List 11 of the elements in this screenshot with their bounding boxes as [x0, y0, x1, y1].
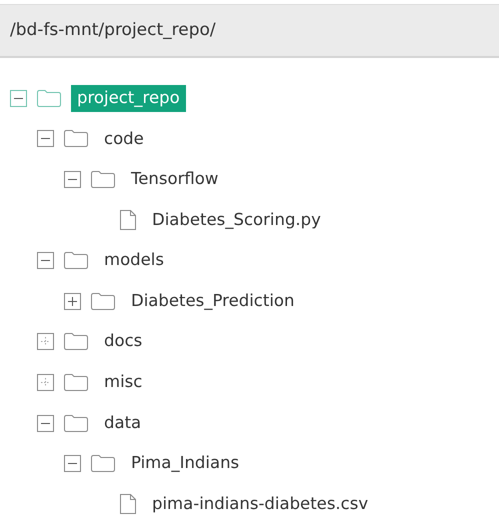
folder-name[interactable]: docs: [98, 328, 148, 356]
file-name[interactable]: pima-indians-diabetes.csv: [146, 490, 374, 518]
folder-name[interactable]: models: [98, 247, 170, 274]
folder-name[interactable]: code: [98, 126, 150, 152]
folder-name[interactable]: Pima_Indians: [125, 450, 246, 478]
folder-name[interactable]: Diabetes_Prediction: [125, 288, 300, 315]
folder-name[interactable]: misc: [98, 369, 148, 396]
file-name[interactable]: Diabetes_Scoring.py: [146, 206, 327, 234]
path-text: /bd-fs-mnt/project_repo/: [10, 18, 216, 42]
folder-name[interactable]: data: [98, 410, 148, 436]
folder-name[interactable]: Tensorflow: [125, 166, 224, 193]
